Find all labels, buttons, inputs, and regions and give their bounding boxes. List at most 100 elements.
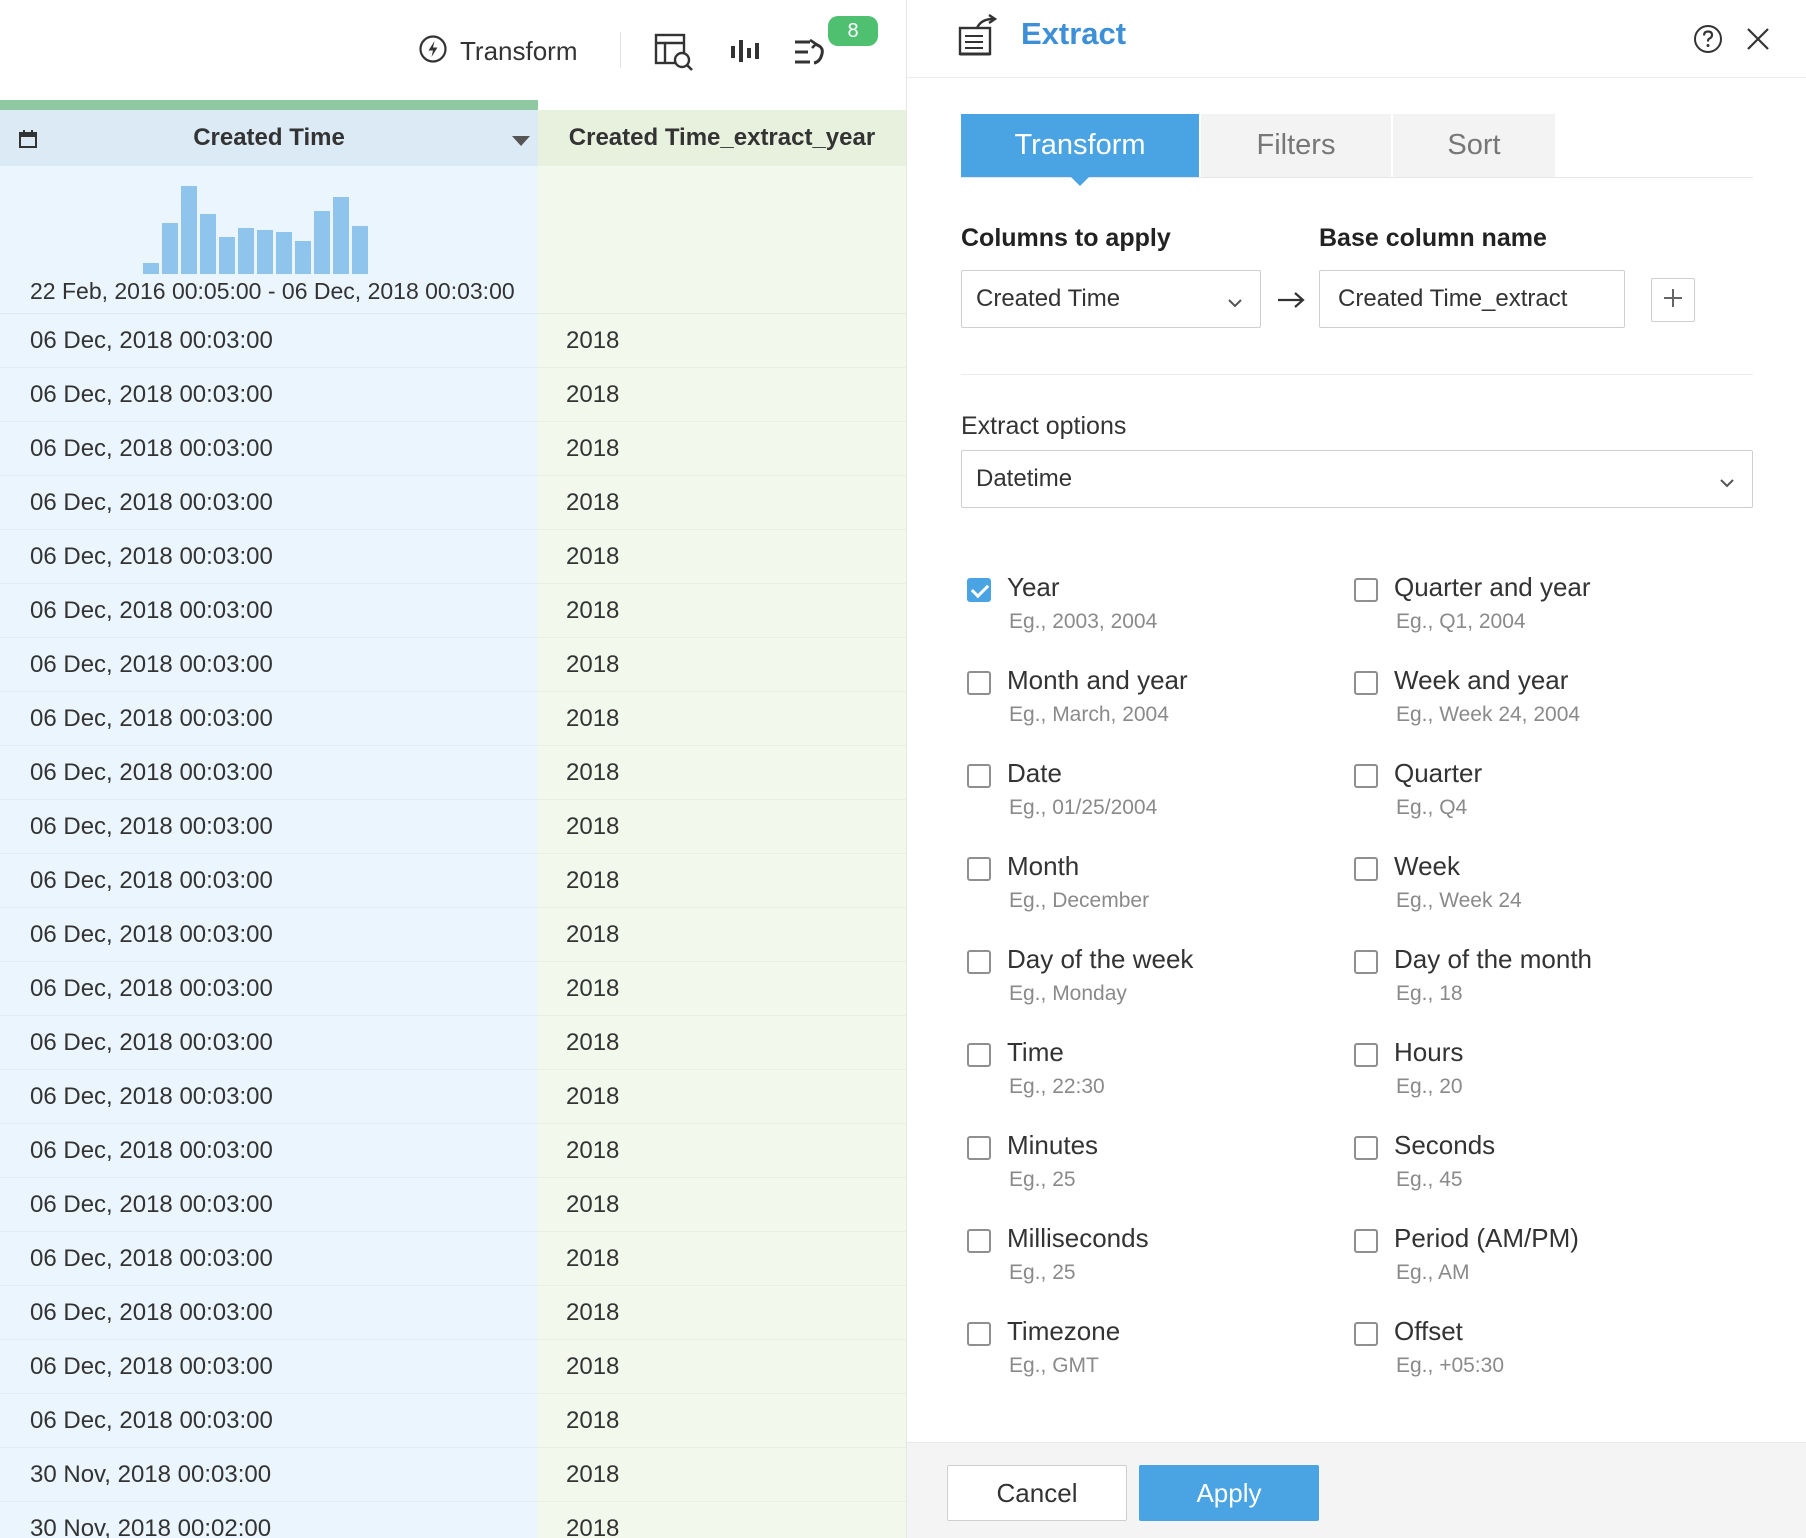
histogram-bar[interactable] bbox=[314, 211, 330, 274]
extract-option-date[interactable]: Date Eg., 01/25/2004 bbox=[967, 758, 1347, 840]
table-cell: 06 Dec, 2018 00:03:00 bbox=[0, 1340, 538, 1394]
extract-option-week-and-year[interactable]: Week and year Eg., Week 24, 2004 bbox=[1354, 665, 1734, 747]
checkbox[interactable] bbox=[1354, 857, 1378, 881]
column-header[interactable]: Created Time bbox=[0, 110, 538, 166]
option-example: Eg., Q1, 2004 bbox=[1396, 610, 1526, 633]
extract-options-value: Datetime bbox=[976, 465, 1073, 492]
table-cell: 06 Dec, 2018 00:03:00 bbox=[0, 584, 538, 638]
table-cell: 2018 bbox=[538, 1178, 906, 1232]
checkbox[interactable] bbox=[1354, 1322, 1378, 1346]
tab-sort[interactable]: Sort bbox=[1393, 114, 1555, 177]
checkbox[interactable] bbox=[1354, 671, 1378, 695]
extract-option-quarter-and-year[interactable]: Quarter and year Eg., Q1, 2004 bbox=[1354, 572, 1734, 654]
option-example: Eg., 2003, 2004 bbox=[1009, 610, 1158, 633]
checkbox[interactable] bbox=[1354, 578, 1378, 602]
extract-options-select[interactable]: Datetime bbox=[961, 450, 1753, 508]
tab-filters[interactable]: Filters bbox=[1201, 114, 1391, 177]
table-cell: 06 Dec, 2018 00:03:00 bbox=[0, 1178, 538, 1232]
toolbar-divider bbox=[620, 32, 621, 68]
checkbox[interactable] bbox=[1354, 1043, 1378, 1067]
table-cell: 06 Dec, 2018 00:03:00 bbox=[0, 1016, 538, 1070]
apply-button[interactable]: Apply bbox=[1139, 1465, 1319, 1521]
extract-option-minutes[interactable]: Minutes Eg., 25 bbox=[967, 1130, 1347, 1212]
histogram-bar[interactable] bbox=[181, 186, 197, 274]
extract-option-offset[interactable]: Offset Eg., +05:30 bbox=[1354, 1316, 1734, 1398]
chevron-down-icon[interactable] bbox=[512, 136, 530, 146]
option-label: Quarter and year bbox=[1394, 572, 1591, 602]
option-example: Eg., Monday bbox=[1009, 982, 1127, 1005]
checkbox[interactable] bbox=[967, 671, 991, 695]
option-example: Eg., 01/25/2004 bbox=[1009, 796, 1158, 819]
checkbox[interactable] bbox=[1354, 1136, 1378, 1160]
extract-option-period-am-pm[interactable]: Period (AM/PM) Eg., AM bbox=[1354, 1223, 1734, 1305]
columns-to-apply-value: Created Time bbox=[976, 285, 1121, 312]
histogram-bar[interactable] bbox=[200, 214, 216, 274]
extract-option-month-and-year[interactable]: Month and year Eg., March, 2004 bbox=[967, 665, 1347, 747]
checkbox[interactable] bbox=[967, 1043, 991, 1067]
extract-options-label: Extract options bbox=[961, 412, 1127, 440]
base-column-name-input[interactable]: Created Time_extract bbox=[1319, 270, 1625, 328]
extract-option-day-of-the-month[interactable]: Day of the month Eg., 18 bbox=[1354, 944, 1734, 1026]
histogram-bar[interactable] bbox=[333, 197, 349, 274]
histogram-bar[interactable] bbox=[162, 223, 178, 274]
checkbox[interactable] bbox=[967, 1322, 991, 1346]
table-cell: 06 Dec, 2018 00:03:00 bbox=[0, 530, 538, 584]
table-cell: 2018 bbox=[538, 638, 906, 692]
option-label: Milliseconds bbox=[1007, 1223, 1149, 1253]
checkbox[interactable] bbox=[967, 1229, 991, 1253]
lightning-icon bbox=[418, 34, 448, 69]
extract-option-milliseconds[interactable]: Milliseconds Eg., 25 bbox=[967, 1223, 1347, 1305]
extract-option-month[interactable]: Month Eg., December bbox=[967, 851, 1347, 933]
option-label: Seconds bbox=[1394, 1130, 1496, 1160]
histogram-chart bbox=[143, 186, 368, 274]
add-column-button[interactable] bbox=[1651, 278, 1695, 322]
table-cell: 2018 bbox=[538, 1070, 906, 1124]
extract-option-quarter[interactable]: Quarter Eg., Q4 bbox=[1354, 758, 1734, 840]
option-label: Minutes bbox=[1007, 1130, 1099, 1160]
extract-option-year[interactable]: Year Eg., 2003, 2004 bbox=[967, 572, 1347, 654]
option-example: Eg., 45 bbox=[1396, 1168, 1463, 1191]
checkbox[interactable] bbox=[967, 764, 991, 788]
extract-option-day-of-the-week[interactable]: Day of the week Eg., Monday bbox=[967, 944, 1347, 1026]
extract-option-week[interactable]: Week Eg., Week 24 bbox=[1354, 851, 1734, 933]
checkbox[interactable] bbox=[1354, 764, 1378, 788]
histogram-bar[interactable] bbox=[276, 232, 292, 274]
histogram-bar[interactable] bbox=[238, 228, 254, 274]
column-header[interactable]: Created Time_extract_year bbox=[538, 110, 906, 166]
table-cell: 06 Dec, 2018 00:03:00 bbox=[0, 746, 538, 800]
tab-transform[interactable]: Transform bbox=[961, 114, 1199, 186]
option-label: Time bbox=[1007, 1037, 1064, 1067]
checkbox[interactable] bbox=[967, 857, 991, 881]
table-search-icon[interactable] bbox=[652, 30, 696, 74]
checkbox[interactable] bbox=[1354, 1229, 1378, 1253]
checkbox[interactable] bbox=[1354, 950, 1378, 974]
checkbox[interactable] bbox=[967, 950, 991, 974]
checkbox[interactable] bbox=[967, 1136, 991, 1160]
histogram-bar[interactable] bbox=[295, 241, 311, 274]
extract-option-timezone[interactable]: Timezone Eg., GMT bbox=[967, 1316, 1347, 1398]
histogram-bar[interactable] bbox=[352, 226, 368, 274]
close-icon[interactable] bbox=[1743, 24, 1773, 59]
extract-icon bbox=[957, 14, 1001, 63]
extract-option-time[interactable]: Time Eg., 22:30 bbox=[967, 1037, 1347, 1119]
table-cell: 06 Dec, 2018 00:03:00 bbox=[0, 962, 538, 1016]
steps-icon[interactable] bbox=[788, 30, 832, 74]
histogram-bar[interactable] bbox=[219, 237, 235, 274]
table-cell: 2018 bbox=[538, 530, 906, 584]
extract-option-seconds[interactable]: Seconds Eg., 45 bbox=[1354, 1130, 1734, 1212]
columns-to-apply-label: Columns to apply bbox=[961, 224, 1171, 252]
help-icon[interactable] bbox=[1693, 24, 1723, 59]
table-cell: 2018 bbox=[538, 746, 906, 800]
table-cell: 06 Dec, 2018 00:03:00 bbox=[0, 368, 538, 422]
table-cell: 2018 bbox=[538, 476, 906, 530]
extract-option-hours[interactable]: Hours Eg., 20 bbox=[1354, 1037, 1734, 1119]
transform-button[interactable]: Transform bbox=[418, 33, 578, 69]
columns-to-apply-select[interactable]: Created Time bbox=[961, 270, 1261, 328]
histogram-bar[interactable] bbox=[143, 263, 159, 274]
histogram-bar[interactable] bbox=[257, 230, 273, 274]
cancel-button[interactable]: Cancel bbox=[947, 1465, 1127, 1521]
checkbox[interactable] bbox=[967, 578, 991, 602]
bar-chart-icon[interactable] bbox=[724, 30, 768, 74]
column-cells: 06 Dec, 2018 00:03:00 06 Dec, 2018 00:03:… bbox=[0, 314, 538, 1538]
option-example: Eg., 18 bbox=[1396, 982, 1463, 1005]
